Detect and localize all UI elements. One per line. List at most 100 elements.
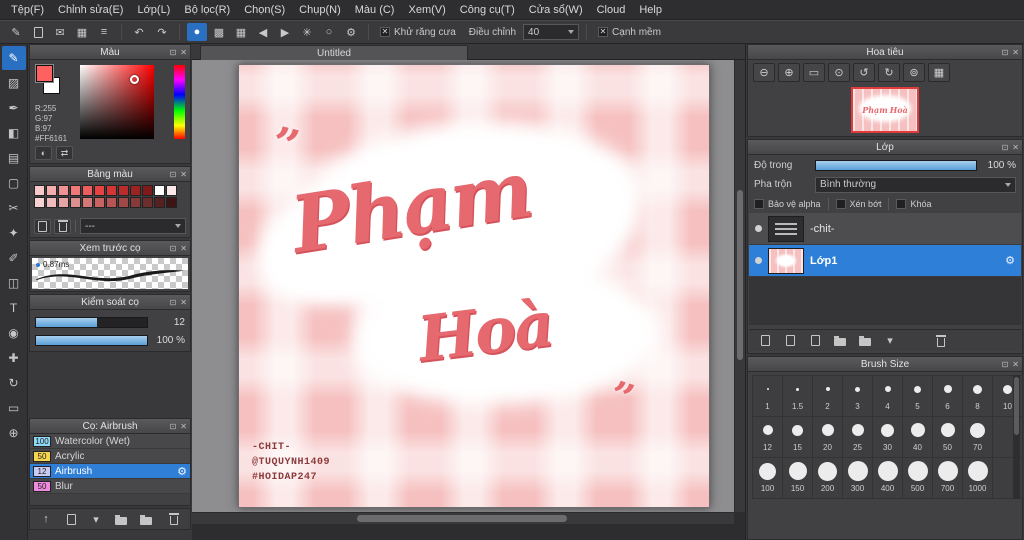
pixel-grid-icon[interactable]: ▦	[231, 23, 251, 41]
zoom-tool[interactable]: ⊕	[2, 421, 26, 445]
palette-swatch[interactable]	[154, 197, 165, 208]
brush-size-cell[interactable]: 25	[843, 417, 872, 457]
float-panel-icon[interactable]: ⊡	[1002, 143, 1009, 152]
menu-item[interactable]: Help	[632, 2, 669, 18]
color-picker-icon[interactable]: ◐	[35, 146, 52, 160]
menu-item[interactable]: Chỉnh sửa(E)	[51, 2, 130, 18]
brush-size-scrollbar[interactable]	[1013, 375, 1020, 499]
snap-ellipse-icon[interactable]: ○	[319, 23, 339, 41]
palette-set-dropdown[interactable]: ---	[80, 218, 186, 234]
move-tool[interactable]: ✚	[2, 346, 26, 370]
brush-size-cell[interactable]: 1000	[963, 458, 992, 498]
palette-swatch[interactable]	[46, 197, 57, 208]
palette-swatch[interactable]	[118, 197, 129, 208]
undo-button[interactable]: ↶	[129, 23, 149, 41]
brush-size-cell[interactable]: 500	[903, 458, 932, 498]
new-swatch-icon[interactable]	[34, 218, 51, 234]
scrollbar-thumb[interactable]	[737, 190, 743, 360]
close-panel-icon[interactable]: ✕	[180, 244, 187, 253]
brush-size-cell[interactable]: 150	[783, 458, 812, 498]
float-panel-icon[interactable]: ⊡	[170, 298, 177, 307]
text-tool[interactable]: T	[2, 296, 26, 320]
panel-layout-icon[interactable]: ≡	[94, 23, 114, 41]
layer-option-checkbox[interactable]: Xén bớt	[835, 199, 881, 209]
brush-list-item[interactable]: 100 Watercolor (Wet)	[30, 434, 190, 449]
brush-size-cell[interactable]: 50	[933, 417, 962, 457]
duplicate-layer-icon[interactable]	[780, 332, 800, 350]
new-layer-icon[interactable]	[755, 332, 775, 350]
saturation-value-picker[interactable]	[80, 65, 154, 139]
palette-swatch[interactable]	[118, 185, 129, 196]
brush-size-cell[interactable]: 20	[813, 417, 842, 457]
palette-swatch[interactable]	[130, 185, 141, 196]
zoom-in-icon[interactable]: ⊕	[778, 63, 800, 82]
vertical-scrollbar[interactable]	[734, 60, 745, 512]
float-panel-icon[interactable]: ⊡	[170, 170, 177, 179]
eraser-tool[interactable]: ▨	[2, 71, 26, 95]
zoom-100-icon[interactable]: ⊙	[828, 63, 850, 82]
scrollbar-thumb[interactable]	[1014, 377, 1019, 435]
close-panel-icon[interactable]: ✕	[180, 170, 187, 179]
import-layer-icon[interactable]	[805, 332, 825, 350]
adjust-dropdown[interactable]: 40	[523, 24, 580, 40]
float-panel-icon[interactable]: ⊡	[170, 48, 177, 57]
brush-size-cell[interactable]: 100	[753, 458, 782, 498]
palette-swatch[interactable]	[34, 197, 45, 208]
layer-option-checkbox[interactable]: Bảo vệ alpha	[754, 199, 821, 209]
zoom-out-icon[interactable]: ⊖	[753, 63, 775, 82]
soft-edge-checkbox[interactable]: ✕ Cạnh mềm	[598, 27, 661, 38]
navigator-thumbnail[interactable]: Phạm Hoà	[851, 87, 919, 133]
brush-size-cell[interactable]: 1	[753, 376, 782, 416]
brush-size-cell[interactable]: 300	[843, 458, 872, 498]
export-brush-icon[interactable]: ↑	[36, 510, 56, 528]
menu-item[interactable]: Tệp(F)	[4, 2, 51, 18]
gradient-tool[interactable]: ▤	[2, 146, 26, 170]
brush-size-cell[interactable]: 40	[903, 417, 932, 457]
menu-item[interactable]: Xem(V)	[401, 2, 452, 18]
frame-tool[interactable]: ▭	[2, 396, 26, 420]
float-panel-icon[interactable]: ⊡	[170, 422, 177, 431]
delete-swatch-icon[interactable]	[54, 218, 71, 234]
select-tool[interactable]: ▢	[2, 171, 26, 195]
brush-settings-icon[interactable]: ⚙	[341, 23, 361, 41]
layer-folder-icon[interactable]	[855, 332, 875, 350]
brush-list-item[interactable]: 50 Blur	[30, 479, 190, 494]
snap-radial-icon[interactable]: ✳	[297, 23, 317, 41]
palette-swatch[interactable]	[142, 185, 153, 196]
layer-settings-gear-icon[interactable]: ⚙	[1005, 254, 1015, 267]
brush-menu-icon[interactable]: ▾	[86, 510, 106, 528]
antialias-checkbox[interactable]: ✕ Khử răng cưa	[380, 27, 456, 38]
brush-size-cell[interactable]: 30	[873, 417, 902, 457]
rotate-tool[interactable]: ↻	[2, 371, 26, 395]
close-panel-icon[interactable]: ✕	[1012, 48, 1019, 57]
menu-item[interactable]: Lớp(L)	[130, 2, 177, 18]
palette-swatch[interactable]	[82, 197, 93, 208]
brush-opacity-slider[interactable]	[35, 335, 148, 346]
brush-settings-gear-icon[interactable]: ⚙	[177, 465, 187, 478]
palette-swatch[interactable]	[130, 197, 141, 208]
palette-swatch[interactable]	[142, 197, 153, 208]
menu-item[interactable]: Chọn(S)	[237, 2, 292, 18]
canvas-tab[interactable]: Untitled	[200, 45, 468, 60]
brush-tool[interactable]: ✎	[1, 46, 26, 70]
bucket-tool[interactable]: ◧	[2, 121, 26, 145]
snapshot-icon[interactable]: ▦	[928, 63, 950, 82]
magic-wand-tool[interactable]: ✦	[2, 221, 26, 245]
palette-swatch[interactable]	[106, 185, 117, 196]
brush-size-cell[interactable]: 700	[933, 458, 962, 498]
brush-size-cell[interactable]: 70	[963, 417, 992, 457]
new-brush-icon[interactable]	[61, 510, 81, 528]
brush-folder-icon[interactable]	[111, 510, 131, 528]
palette-swatch[interactable]	[166, 185, 177, 196]
brush-size-cell[interactable]: 200	[813, 458, 842, 498]
palette-swatch[interactable]	[94, 185, 105, 196]
close-panel-icon[interactable]: ✕	[180, 48, 187, 57]
close-panel-icon[interactable]: ✕	[1012, 143, 1019, 152]
prev-snap-icon[interactable]: ◀	[253, 23, 273, 41]
eyedropper-tool[interactable]: ◉	[2, 321, 26, 345]
palette-swatch[interactable]	[82, 185, 93, 196]
brush-list-item[interactable]: 50 Acrylic	[30, 449, 190, 464]
canvas-view[interactable]: ” Phạm Hoà ” -CHIT- @TUQUYNH1409 #HOIDAP24…	[192, 60, 745, 512]
brush-size-cell[interactable]: 3	[843, 376, 872, 416]
brush-size-cell[interactable]: 8	[963, 376, 992, 416]
